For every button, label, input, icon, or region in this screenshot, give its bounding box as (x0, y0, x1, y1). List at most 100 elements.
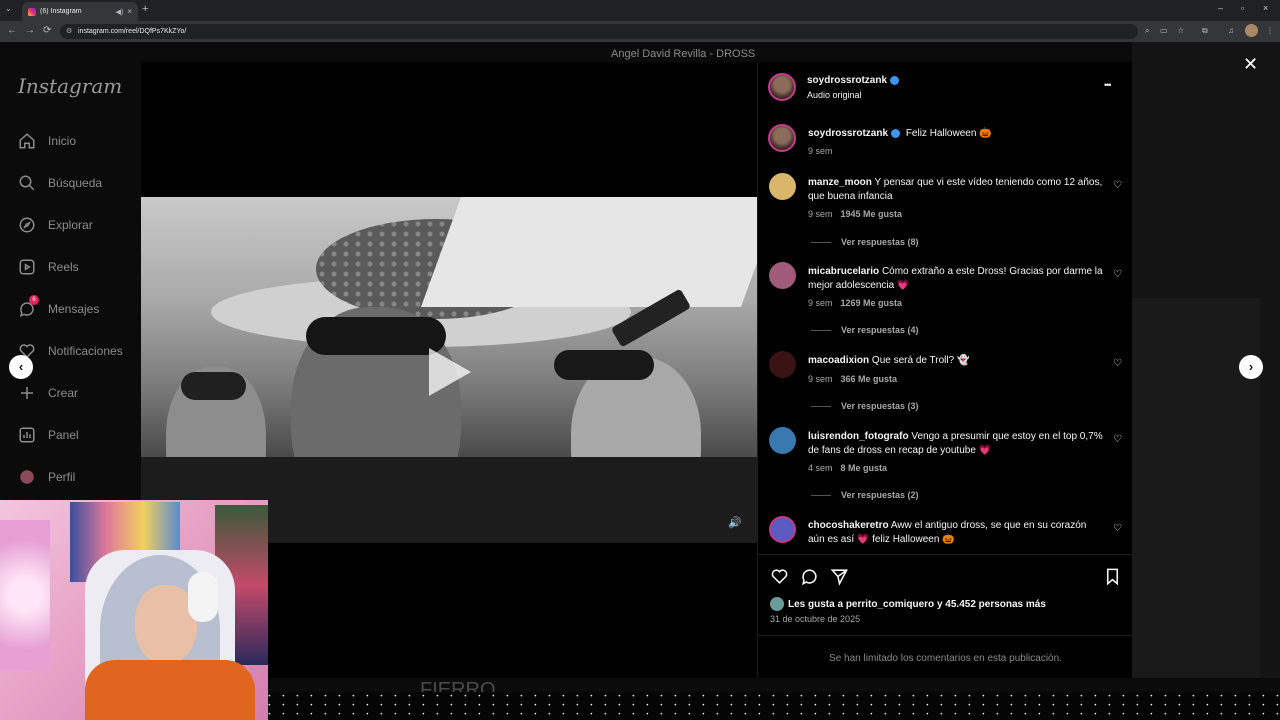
divider (758, 635, 1133, 636)
comment: chocoshakeretro Aww el antiguo dross, se… (808, 519, 1103, 547)
comment-like-icon[interactable]: ♡ (1113, 269, 1122, 280)
caption-username[interactable]: soydrossrotzank (808, 128, 888, 139)
comment-like-icon[interactable]: ♡ (1113, 434, 1122, 445)
share-icon[interactable] (830, 567, 849, 586)
sidebar-item-label: Inicio (48, 134, 77, 148)
likes-count[interactable]: y 45.452 personas más (934, 599, 1046, 610)
forward-button[interactable]: → (25, 25, 35, 36)
cast-icon[interactable]: ▭ (1160, 26, 1168, 35)
sidebar-item-label: Perfil (48, 470, 76, 484)
previous-post-button[interactable]: ‹ (9, 355, 33, 379)
comment-avatar[interactable] (769, 173, 796, 200)
comment-likes[interactable]: 8 Me gusta (841, 463, 888, 473)
comment-meta: 4 sem 8 Me gusta (808, 463, 887, 473)
background-video-title: Angel David Revilla - DROSS (611, 48, 756, 60)
sidebar-item-busqueda[interactable]: Búsqueda (18, 170, 138, 196)
next-post-button[interactable]: › (1239, 355, 1263, 379)
instagram-favicon-icon (28, 7, 36, 16)
sidebar-item-inicio[interactable]: Inicio (18, 128, 138, 154)
caption-text: Feliz Halloween 🎃 (905, 128, 992, 139)
new-tab-button[interactable]: + (142, 3, 148, 15)
like-icon[interactable] (770, 567, 789, 586)
reload-button[interactable]: ⟳ (43, 25, 51, 36)
instagram-logo[interactable]: Instagram (18, 74, 122, 98)
browser-toolbar: ← → ⟳ ⚙ instagram.com/reel/DQfPs7KkZYo/ … (0, 21, 1280, 42)
tab-close-button[interactable]: × (127, 7, 132, 16)
comment-username[interactable]: luisrendon_fotografo (808, 431, 909, 442)
comment-likes[interactable]: 1945 Me gusta (841, 209, 903, 219)
extensions-icon[interactable]: ⧉ (1202, 26, 1208, 36)
close-icon[interactable]: ✕ (1243, 54, 1258, 75)
comment-likes[interactable]: 366 Me gusta (841, 374, 898, 384)
comment-avatar[interactable] (769, 351, 796, 378)
maximize-button[interactable]: ▫ (1241, 3, 1244, 13)
liker-username[interactable]: perrito_comiquero (846, 599, 934, 610)
tab-title: (6) Instagram (40, 8, 82, 15)
save-icon[interactable] (1103, 567, 1122, 586)
comment: luisrendon_fotografo Vengo a presumir qu… (808, 430, 1103, 458)
media-icon[interactable]: ♫ (1228, 26, 1234, 35)
address-bar[interactable]: ⚙ instagram.com/reel/DQfPs7KkZYo/ (60, 24, 1138, 39)
comment-time: 9 sem (808, 374, 833, 384)
browser-tab-instagram[interactable]: (6) Instagram ◀) × (22, 2, 138, 21)
zoom-icon[interactable]: ⌕ (1145, 26, 1149, 36)
streamer-webcam (0, 500, 268, 720)
chart-icon (19, 427, 35, 443)
sidebar-item-reels[interactable]: Reels (18, 254, 138, 280)
audio-label[interactable]: Audio original (807, 90, 862, 100)
post-details-panel: soydrossrotzank Audio original ••• soydr… (757, 62, 1133, 678)
sidebar-item-crear[interactable]: Crear (18, 380, 138, 406)
comment-like-icon[interactable]: ♡ (1113, 180, 1122, 191)
sidebar-item-label: Búsqueda (48, 176, 103, 190)
sidebar-item-notificaciones[interactable]: Notificaciones (18, 338, 138, 364)
minimize-button[interactable]: – (1218, 3, 1223, 13)
sidebar-item-explorar[interactable]: Explorar (18, 212, 138, 238)
post-header: soydrossrotzank (807, 75, 902, 86)
view-replies-button[interactable]: Ver respuestas (4) (811, 325, 919, 335)
sidebar-item-panel[interactable]: Panel (18, 422, 138, 448)
comment-username[interactable]: micabrucelario (808, 266, 879, 277)
tab-search-menu[interactable]: ⌄ (5, 4, 12, 13)
caption: soydrossrotzank Feliz Halloween 🎃 (808, 127, 1103, 141)
profile-avatar-icon[interactable] (1245, 24, 1258, 37)
comment-meta: 9 sem 1269 Me gusta (808, 298, 902, 308)
back-button[interactable]: ← (7, 25, 17, 36)
bookmark-star-icon[interactable]: ☆ (1177, 26, 1184, 35)
sidebar-item-mensajes[interactable]: 6 Mensajes (18, 295, 138, 322)
view-replies-button[interactable]: Ver respuestas (2) (811, 490, 919, 500)
comment-like-icon[interactable]: ♡ (1113, 523, 1122, 534)
play-icon[interactable] (429, 348, 471, 396)
comment-username[interactable]: chocoshakeretro (808, 520, 889, 531)
verified-icon (890, 75, 900, 85)
comment-username[interactable]: manze_moon (808, 177, 872, 188)
comment-avatar[interactable] (769, 427, 796, 454)
plus-icon (21, 387, 33, 399)
comment-avatar[interactable] (769, 516, 796, 543)
comment-username[interactable]: macoadixion (808, 355, 869, 366)
author-username[interactable]: soydrossrotzank (807, 75, 887, 86)
comment-icon[interactable] (800, 567, 819, 586)
volume-icon[interactable]: 🔊 (728, 516, 742, 529)
comment: macoadixion Que será de Troll? 👻 (808, 354, 1103, 368)
tab-audio-icon[interactable]: ◀) (116, 8, 124, 16)
view-replies-button[interactable]: Ver respuestas (8) (811, 237, 919, 247)
comment-time: 9 sem (808, 298, 833, 308)
background-starfield (268, 692, 1280, 720)
caption-time: 9 sem (808, 146, 833, 156)
sidebar-item-perfil[interactable]: Perfil (18, 464, 138, 490)
comment-like-icon[interactable]: ♡ (1113, 358, 1122, 369)
post-date: 31 de octubre de 2025 (770, 614, 861, 624)
caption-avatar[interactable] (768, 124, 796, 152)
window-close-button[interactable]: × (1263, 3, 1268, 13)
more-options-button[interactable]: ••• (1104, 80, 1112, 90)
home-icon (19, 133, 35, 149)
comment-avatar[interactable] (769, 262, 796, 289)
view-replies-button[interactable]: Ver respuestas (3) (811, 401, 919, 411)
comment-clip: chocoshakeretro Aww el antiguo dross, se… (758, 512, 1133, 554)
site-info-icon[interactable]: ⚙ (66, 27, 72, 35)
author-avatar[interactable] (768, 73, 796, 101)
comment-time: 4 sem (808, 463, 833, 473)
comment-likes[interactable]: 1269 Me gusta (841, 298, 903, 308)
browser-tabbar: ⌄ (6) Instagram ◀) × + – ▫ × (0, 0, 1280, 21)
browser-menu-icon[interactable]: ⋮ (1266, 26, 1274, 35)
